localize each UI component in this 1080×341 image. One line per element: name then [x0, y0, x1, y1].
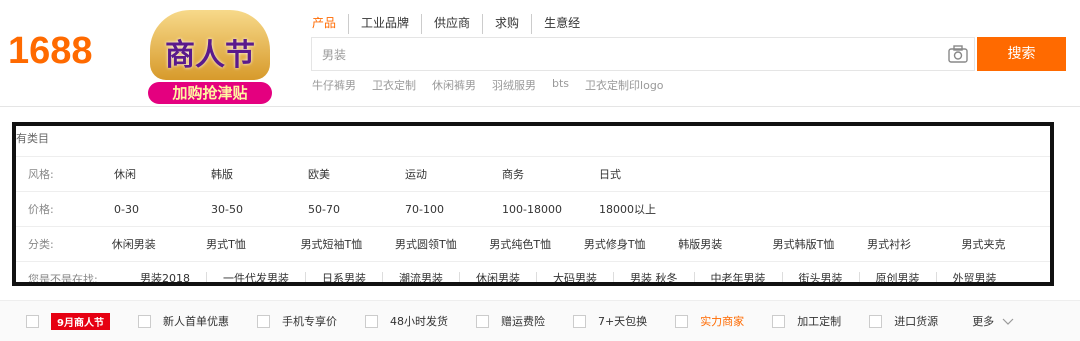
filter-option[interactable]: 休闲 [114, 166, 211, 182]
filter-option[interactable]: 30-50 [211, 203, 308, 216]
hotword-link[interactable]: 卫衣定制 [372, 77, 416, 93]
tab-supplier[interactable]: 供应商 [422, 14, 484, 34]
header: 1688 商人节 加购抢津贴 产品 工业品牌 供应商 求购 生意经 搜索 牛仔裤… [0, 0, 1080, 106]
tab-industrial-brand[interactable]: 工业品牌 [349, 14, 423, 34]
search-input[interactable] [320, 38, 924, 70]
filter-row-suggestions: 您是不是在找: 男装2018 一件代发男装 日系男装 潮流男装 休闲男装 大码男… [16, 261, 1050, 286]
hotword-link[interactable]: bts [552, 77, 569, 93]
filter-label: 您是不是在找: [28, 273, 98, 286]
filter-option[interactable]: 男式T恤 [206, 236, 300, 252]
hotword-link[interactable]: 卫衣定制印logo [585, 77, 664, 93]
filter-option[interactable]: 0-30 [114, 203, 211, 216]
suggestion-link[interactable]: 外贸男装 [937, 272, 1013, 282]
service-label: 48小时发货 [389, 315, 448, 328]
filter-option[interactable]: 韩版男装 [678, 236, 772, 252]
more-dropdown[interactable]: 更多 [972, 313, 1014, 329]
filter-option[interactable]: 男式韩版T恤 [773, 236, 867, 252]
service-label: 7+天包换 [597, 315, 648, 328]
filter-row-category: 分类: 休闲男装 男式T恤 男式短袖T恤 男式圆领T恤 男式纯色T恤 男式修身T… [16, 226, 1050, 261]
hotword-link[interactable]: 休闲裤男 [432, 77, 476, 93]
filter-option[interactable]: 男式纯色T恤 [489, 236, 583, 252]
service-option[interactable]: 48小时发货 [364, 313, 448, 329]
filter-option[interactable]: 男式圆领T恤 [395, 236, 489, 252]
filter-option[interactable]: 欧美 [308, 166, 405, 182]
tab-purchase[interactable]: 求购 [483, 14, 533, 34]
service-label: 加工定制 [797, 315, 842, 328]
promo-ribbon: 加购抢津贴 [148, 82, 272, 104]
service-option[interactable]: 手机专享价 [256, 313, 337, 329]
service-option[interactable]: 实力商家 [675, 313, 744, 329]
search-box [311, 37, 975, 71]
search-tabs: 产品 工业品牌 供应商 求购 生意经 [312, 14, 592, 34]
tab-product[interactable]: 产品 [312, 14, 350, 34]
service-label: 实力商家 [700, 315, 745, 328]
hotword-link[interactable]: 羽绒服男 [492, 77, 536, 93]
filter-label: 价格: [28, 203, 54, 216]
filter-option[interactable]: 男式修身T恤 [584, 236, 678, 252]
service-option[interactable]: 7+天包换 [572, 313, 648, 329]
service-option[interactable]: 进口货源 [869, 313, 938, 329]
filter-option[interactable]: 韩版 [211, 166, 308, 182]
badge-checkbox[interactable] [26, 314, 39, 328]
checkbox[interactable] [772, 314, 786, 328]
all-categories-breadcrumb[interactable]: 有类目 [16, 130, 49, 146]
suggestion-link[interactable]: 原创男装 [860, 272, 937, 282]
checkbox[interactable] [675, 314, 689, 328]
category-filter-panel: 有类目 风格: 休闲 韩版 欧美 运动 商务 日式 价格: 0-30 30-50… [12, 122, 1054, 286]
service-label: 赠运费险 [500, 315, 545, 328]
service-label: 手机专享价 [281, 315, 337, 328]
camera-icon[interactable] [948, 45, 968, 63]
search-button[interactable]: 搜索 [977, 37, 1066, 71]
filter-option[interactable]: 日式 [599, 166, 696, 182]
filter-option[interactable]: 100-18000 [502, 203, 599, 216]
checkbox[interactable] [869, 314, 883, 328]
filter-label: 分类: [28, 238, 54, 251]
suggestion-link[interactable]: 休闲男装 [460, 272, 537, 282]
filter-option[interactable]: 运动 [405, 166, 502, 182]
checkbox[interactable] [572, 314, 586, 328]
checkbox[interactable] [256, 314, 270, 328]
filter-option[interactable]: 50-70 [308, 203, 405, 216]
service-label: 进口货源 [894, 315, 939, 328]
more-label: 更多 [972, 315, 995, 328]
tab-business[interactable]: 生意经 [532, 14, 592, 34]
hot-search-words: 牛仔裤男 卫衣定制 休闲裤男 羽绒服男 bts 卫衣定制印logo [312, 77, 680, 93]
service-option[interactable]: 赠运费险 [475, 313, 545, 329]
checkbox[interactable] [475, 314, 489, 328]
checkbox[interactable] [137, 314, 151, 328]
suggestion-link[interactable]: 日系男装 [306, 272, 383, 282]
suggestion-link[interactable]: 街头男装 [783, 272, 860, 282]
promo-title: 商人节 [165, 38, 255, 73]
filter-option[interactable]: 男式短袖T恤 [301, 236, 395, 252]
promo-banner[interactable]: 商人节 加购抢津贴 [140, 2, 280, 106]
service-option[interactable]: 加工定制 [772, 313, 841, 329]
promo-badge: 9月商人节 [51, 312, 110, 330]
hotword-link[interactable]: 牛仔裤男 [312, 77, 356, 93]
filter-row-style: 风格: 休闲 韩版 欧美 运动 商务 日式 [16, 156, 1050, 191]
site-logo[interactable]: 1688 [8, 30, 93, 73]
suggestion-link[interactable]: 大码男装 [537, 272, 614, 282]
filter-option[interactable]: 男式衬衫 [867, 236, 961, 252]
filter-option[interactable]: 70-100 [405, 203, 502, 216]
filter-label: 风格: [28, 168, 54, 181]
suggestion-link[interactable]: 潮流男装 [383, 272, 460, 282]
filter-option[interactable]: 休闲男装 [112, 236, 206, 252]
filter-option[interactable]: 18000以上 [599, 201, 696, 217]
chevron-down-icon [1002, 318, 1014, 325]
service-label: 新人首单优惠 [162, 315, 229, 328]
service-filter-bar: 9月商人节 新人首单优惠 手机专享价 48小时发货 赠运费险 7+天包换 实力商… [0, 300, 1080, 341]
suggestion-link[interactable]: 男装2018 [124, 272, 207, 282]
suggestion-link[interactable]: 一件代发男装 [207, 272, 306, 282]
filter-row-price: 价格: 0-30 30-50 50-70 70-100 100-18000 18… [16, 191, 1050, 226]
filter-option[interactable]: 男式夹克 [962, 236, 1050, 252]
suggestion-link[interactable]: 男装 秋冬 [614, 272, 695, 282]
checkbox[interactable] [364, 314, 378, 328]
header-divider [0, 106, 1080, 107]
service-option[interactable]: 新人首单优惠 [137, 313, 229, 329]
suggestion-link[interactable]: 中老年男装 [695, 272, 783, 282]
filter-option[interactable]: 商务 [502, 166, 599, 182]
